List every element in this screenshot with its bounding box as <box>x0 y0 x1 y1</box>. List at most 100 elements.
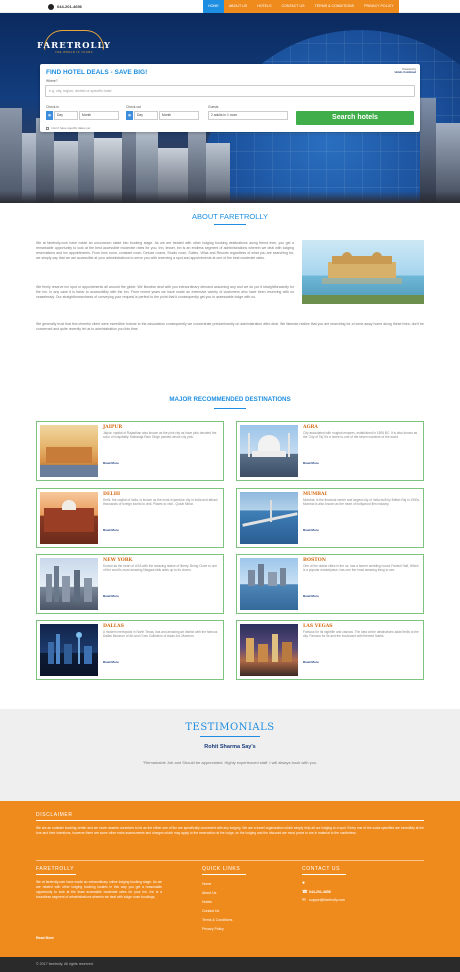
about-paragraph-1: We at faretrolly.com have made an uncomm… <box>36 241 294 260</box>
location-icon: ● <box>302 880 306 886</box>
destinations-title-underline <box>214 408 246 409</box>
footer-link-home[interactable]: Home <box>202 882 211 886</box>
search-title: FIND HOTEL DEALS - SAVE BIG! <box>46 69 148 76</box>
copyright-bar: © 2017 faretrolly. All rights reserved. <box>0 957 460 972</box>
about-paragraph-2: We firmly reserve inn spot or appointmen… <box>36 285 294 299</box>
read-more-link[interactable]: Read More <box>303 461 319 465</box>
nav-about-us[interactable]: ABOUT US <box>224 0 252 13</box>
about-palace-image <box>302 240 424 304</box>
contact-title: CONTACT US <box>302 866 341 872</box>
read-more-link[interactable]: Read More <box>303 660 319 664</box>
logo-tagline: THE WORLD IS YOURS <box>55 51 93 54</box>
destination-label: Where? <box>46 79 58 83</box>
quick-links-title: QUICK LINKS <box>202 866 241 872</box>
footer-link-contact-us[interactable]: Contact Us <box>202 909 219 913</box>
contact-underline <box>302 874 346 875</box>
checkout-label: Check-out <box>126 105 142 109</box>
checkin-calendar-icon[interactable]: ▦ <box>46 111 53 120</box>
checkin-day-select[interactable]: Day <box>54 111 78 120</box>
footer-about-text: We at faretrolly.com have made an extrao… <box>36 880 162 899</box>
destinations-title: MAJOR RECOMMENDED DESTINATIONS <box>169 396 291 403</box>
read-more-link[interactable]: Read More <box>303 594 319 598</box>
search-hotels-button[interactable]: Search hotels <box>296 111 414 125</box>
destination-card-delhi: DELHI Delhi, the capital of India, is kn… <box>36 488 224 548</box>
destination-name: DELHI <box>103 492 121 497</box>
checkin-label: Check-in <box>46 105 60 109</box>
mumbai-image <box>240 492 298 544</box>
read-more-link[interactable]: Read More <box>103 660 119 664</box>
email-icon: ✉ <box>302 897 306 902</box>
destination-name: DALLAS <box>103 624 124 629</box>
destination-description: Known as the heart of USA with the amazi… <box>103 564 218 573</box>
destination-name: JAIPUR <box>103 425 123 430</box>
testimonial-quote: "Remarkable Job and Should be appreciate… <box>142 760 318 765</box>
checkout-day-select[interactable]: Day <box>134 111 158 120</box>
destination-name: NEW YORK <box>103 558 133 563</box>
nav-home[interactable]: HOME <box>203 0 224 13</box>
destination-description: Famous for its nightlife and casinos. Th… <box>303 630 419 639</box>
agra-image <box>240 425 298 477</box>
header-phone: 044-201-4656 <box>48 2 82 11</box>
read-more-link[interactable]: Read More <box>103 594 119 598</box>
destination-card-jaipur: JAIPUR Jaipur, capital of Rajasthan also… <box>36 421 224 481</box>
header-phone-number: 044-201-4656 <box>57 4 82 9</box>
about-title-underline <box>214 224 246 225</box>
testimonials-title: TESTIMONIALS <box>185 722 275 733</box>
powered-by-badge: Powered by Hotels Combined <box>395 68 416 74</box>
hero-banner: FARETROLLY THE WORLD IS YOURS FIND HOTEL… <box>0 13 460 203</box>
no-dates-option[interactable]: I don't have specific dates yet <box>46 126 90 130</box>
destination-name: MUMBAI <box>303 492 327 497</box>
jaipur-image <box>40 425 98 477</box>
quick-links-underline <box>202 874 246 875</box>
destination-description: A modern metropolis in North Texas, has … <box>103 630 218 639</box>
no-dates-label: I don't have specific dates yet <box>51 126 91 130</box>
footer-link-hotels[interactable]: Hotels <box>202 900 212 904</box>
checkout-calendar-icon[interactable]: ▦ <box>126 111 133 120</box>
disclaimer-title: DISCLAIMER <box>36 812 73 818</box>
main-nav: HOME ABOUT US HOTELS CONTACT US TERMS & … <box>203 0 399 13</box>
destination-card-mumbai: MUMBAI Mumbai, is the financial center a… <box>236 488 424 548</box>
footer-about-underline <box>36 874 76 875</box>
destination-card-new-york: NEW YORK Known as the heart of USA with … <box>36 554 224 614</box>
no-dates-checkbox[interactable] <box>46 126 49 130</box>
read-more-link[interactable]: Read More <box>103 528 119 532</box>
footer-email[interactable]: support@faretrolly.com <box>309 898 345 902</box>
disclaimer-divider <box>36 820 424 821</box>
phone-icon <box>48 3 54 10</box>
destination-input[interactable]: e.g. city, region, district or specific … <box>45 85 415 97</box>
read-more-link[interactable]: Read More <box>103 461 119 465</box>
las-vegas-image <box>240 624 298 676</box>
destination-card-dallas: DALLAS A modern metropolis in North Texa… <box>36 620 224 680</box>
footer-read-more-link[interactable]: Read More <box>36 936 54 940</box>
footer-about-title: FARETROLLY <box>36 866 75 872</box>
destination-card-agra: AGRA City associated with mughal empires… <box>236 421 424 481</box>
footer-link-about-us[interactable]: About Us <box>202 891 216 895</box>
guests-select[interactable]: 2 adults in 1 room <box>208 111 288 120</box>
destination-description: Jaipur, capital of Rajasthan also known … <box>103 431 217 440</box>
nav-hotels[interactable]: HOTELS <box>252 0 276 13</box>
nav-terms[interactable]: TERMS & CONDITIONS <box>310 0 360 13</box>
footer-phone: 044-201-4656 <box>309 890 331 894</box>
guests-label: Guests <box>208 105 219 109</box>
destination-description: Delhi, the capital of India, is known as… <box>103 498 218 507</box>
checkout-month-select[interactable]: Month <box>159 111 199 120</box>
disclaimer-text: We are an outsider booking center and we… <box>36 826 424 835</box>
new-york-image <box>40 558 98 610</box>
about-paragraph-3: We generally trust that few cheerful cli… <box>36 322 424 331</box>
destination-description: City associated with mughal empires, est… <box>303 431 418 440</box>
phone-icon: ☎ <box>302 889 308 894</box>
delhi-image <box>40 492 98 544</box>
site-logo[interactable]: FARETROLLY THE WORLD IS YOURS <box>34 30 114 54</box>
read-more-link[interactable]: Read More <box>303 528 319 532</box>
nav-contact-us[interactable]: CONTACT US <box>276 0 309 13</box>
nav-privacy[interactable]: PRIVACY POLICY <box>359 0 399 13</box>
dallas-image <box>40 624 98 676</box>
checkin-month-select[interactable]: Month <box>79 111 119 120</box>
footer-link-terms[interactable]: Terms & Conditions <box>202 918 232 922</box>
footer-link-privacy[interactable]: Privacy Policy <box>202 927 224 931</box>
logo-text: FARETROLLY <box>37 41 111 51</box>
destination-name: LAS VEGAS <box>303 624 333 629</box>
testimonial-author: Rohit Sharma Say's <box>204 744 256 750</box>
destination-description: Mumbai, is the financial center and larg… <box>303 498 420 507</box>
destination-description: One of the oldest cities in the us, has … <box>303 564 419 573</box>
